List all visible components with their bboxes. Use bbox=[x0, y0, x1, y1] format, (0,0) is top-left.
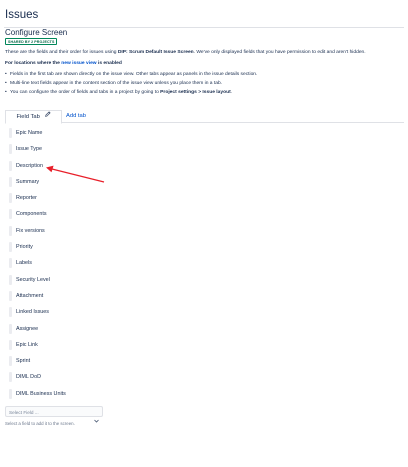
bullet-post: . bbox=[230, 90, 233, 96]
field-row[interactable]: Components bbox=[9, 208, 129, 224]
select-field-dropdown[interactable]: Select Field ... bbox=[5, 406, 103, 423]
field-label: Epic Name bbox=[16, 130, 43, 136]
drag-handle-icon[interactable] bbox=[9, 388, 12, 399]
screen-name: DIP: Scrum Default Issue Screen bbox=[117, 50, 194, 55]
info-bullet: You can configure the order of fields an… bbox=[5, 90, 257, 99]
drag-handle-icon[interactable] bbox=[9, 372, 12, 383]
locations-pre: For locations where the bbox=[5, 61, 62, 66]
field-row[interactable]: Assignee bbox=[9, 323, 129, 339]
drag-handle-icon[interactable] bbox=[9, 160, 12, 171]
field-row[interactable]: Reporter bbox=[9, 192, 129, 208]
field-label: Linked Issues bbox=[16, 309, 49, 316]
field-row[interactable]: Epic Name bbox=[9, 127, 129, 143]
select-field-hint: Select a field to add it to the screen. bbox=[5, 421, 75, 426]
select-field-placeholder: Select Field ... bbox=[9, 409, 39, 415]
drag-handle-icon[interactable] bbox=[9, 339, 12, 350]
field-row[interactable]: Fix versions bbox=[9, 225, 129, 241]
drag-handle-icon[interactable] bbox=[9, 290, 12, 301]
field-label: Fix versions bbox=[16, 227, 45, 234]
info-bullet: Multi-line text fields appear in the con… bbox=[5, 81, 257, 90]
drag-handle-icon[interactable] bbox=[9, 242, 12, 253]
info-bullet: Fields in the first tab are shown direct… bbox=[5, 72, 257, 81]
drag-handle-icon[interactable] bbox=[9, 307, 12, 318]
field-label: DIML Business Units bbox=[16, 390, 66, 397]
drag-handle-icon[interactable] bbox=[9, 258, 12, 269]
field-row[interactable]: Summary bbox=[9, 176, 129, 192]
drag-handle-icon[interactable] bbox=[9, 274, 12, 285]
field-row[interactable]: Epic Link bbox=[9, 339, 129, 355]
chevron-down-icon[interactable] bbox=[94, 410, 99, 428]
drag-handle-icon[interactable] bbox=[9, 323, 12, 334]
field-row[interactable]: Sprint bbox=[9, 355, 129, 371]
drag-handle-icon[interactable] bbox=[9, 176, 12, 187]
field-label: Issue Type bbox=[16, 146, 42, 153]
locations-post: is enabled bbox=[96, 61, 122, 66]
screen-subtitle: Configure Screen bbox=[5, 28, 68, 37]
drag-handle-icon[interactable] bbox=[9, 144, 12, 155]
field-list: Epic Name Issue Type Description Summary… bbox=[9, 127, 129, 404]
screen-description: These are the fields and their order for… bbox=[5, 50, 366, 55]
new-issue-view-link[interactable]: new issue view bbox=[61, 61, 96, 66]
field-label: Epic Link bbox=[16, 341, 38, 348]
field-label: Description bbox=[16, 162, 43, 169]
shared-projects-badge[interactable]: SHARED BY 2 PROJECTS bbox=[5, 38, 58, 45]
issue-layout-path: Project settings > Issue layout bbox=[160, 90, 231, 96]
field-row[interactable]: Linked Issues bbox=[9, 306, 129, 322]
field-label: Labels bbox=[16, 260, 32, 267]
page-title: Issues bbox=[5, 9, 39, 21]
field-row[interactable]: Attachment bbox=[9, 290, 129, 306]
drag-handle-icon[interactable] bbox=[9, 356, 12, 367]
field-label: Assignee bbox=[16, 325, 39, 332]
drag-handle-icon[interactable] bbox=[9, 225, 12, 236]
drag-handle-icon[interactable] bbox=[9, 128, 12, 138]
field-label: Summary bbox=[16, 178, 40, 185]
field-row[interactable]: Priority bbox=[9, 241, 129, 257]
field-row[interactable]: DIML Business Units bbox=[9, 388, 129, 404]
field-label: Priority bbox=[16, 244, 33, 251]
field-row[interactable]: DIML DoD bbox=[9, 371, 129, 387]
field-label: Attachment bbox=[16, 292, 44, 299]
field-row[interactable]: Labels bbox=[9, 257, 129, 273]
description-pre: These are the fields and their order for… bbox=[5, 50, 118, 55]
new-issue-view-heading: For locations where the new issue view i… bbox=[5, 61, 122, 66]
pencil-icon[interactable] bbox=[44, 111, 51, 122]
field-row[interactable]: Security Level bbox=[9, 274, 129, 290]
field-label: Reporter bbox=[16, 195, 37, 202]
tab-label: Field Tab bbox=[16, 114, 40, 121]
field-label: Components bbox=[16, 211, 47, 218]
field-label: DIML DoD bbox=[16, 374, 41, 381]
field-row[interactable]: Issue Type bbox=[9, 143, 129, 159]
field-label: Sprint bbox=[16, 358, 31, 365]
tab-field-tab[interactable]: Field Tab bbox=[5, 110, 62, 124]
field-label: Security Level bbox=[16, 276, 50, 283]
drag-handle-icon[interactable] bbox=[9, 209, 12, 220]
description-post: . We've only displayed fields that you h… bbox=[193, 50, 366, 55]
bullet-pre: You can configure the order of fields an… bbox=[10, 90, 161, 96]
field-row[interactable]: Description bbox=[9, 160, 129, 176]
tab-bar: Field Tab Add tab bbox=[5, 110, 404, 124]
add-tab-link[interactable]: Add tab bbox=[66, 110, 86, 123]
info-bullets: Fields in the first tab are shown direct… bbox=[5, 72, 257, 100]
drag-handle-icon[interactable] bbox=[9, 193, 12, 204]
